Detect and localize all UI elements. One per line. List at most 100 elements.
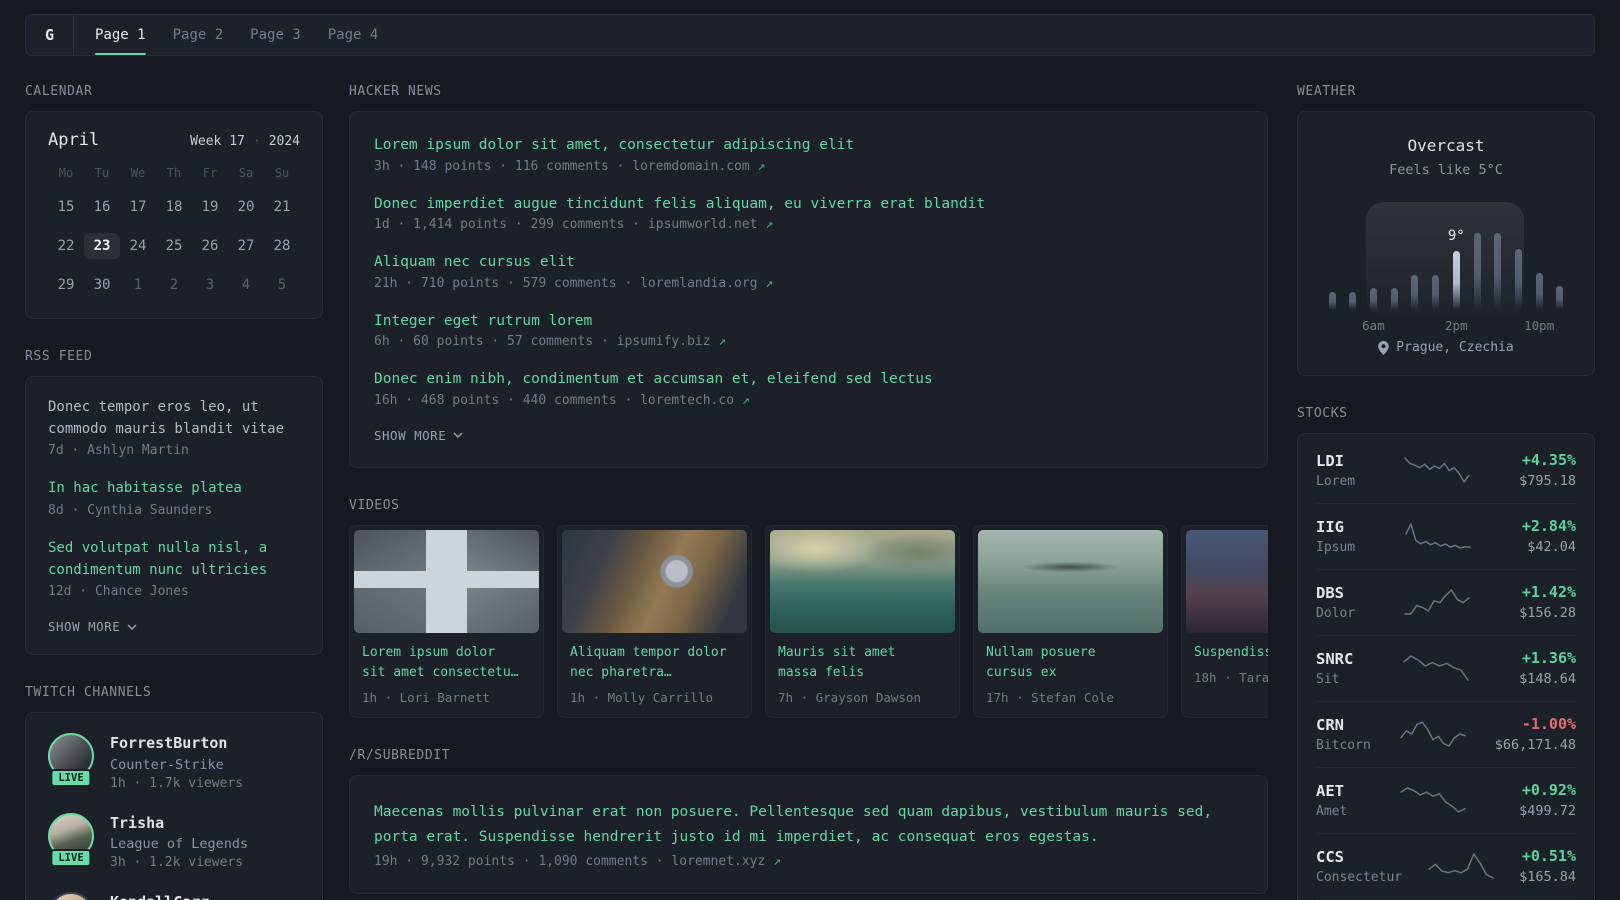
weather-bar [1390, 287, 1398, 310]
live-badge: LIVE [50, 848, 92, 867]
weather-bar [1556, 286, 1564, 310]
weather-time-tick: 2pm [1445, 318, 1468, 333]
video-card[interactable]: Suspendisse diam 18h · Tara [1181, 524, 1268, 718]
page-tab[interactable]: Page 1 [95, 15, 146, 55]
channel-game: Counter-Strike [110, 756, 224, 773]
stock-ticker: CRN [1316, 715, 1344, 734]
weather-time-tick: 6am [1362, 318, 1385, 333]
page-tab[interactable]: Page 3 [250, 15, 301, 55]
weather-time-tick: 10pm [1524, 318, 1555, 333]
weather-feels-like: Feels like 5°C [1389, 162, 1503, 178]
twitch-channel-row[interactable]: LIVE ForrestBurton Counter-Strike 1h · 1… [48, 733, 300, 791]
hackernews-item-title[interactable]: Donec enim nibh, condimentum et accumsan… [374, 370, 1243, 390]
video-card[interactable]: Aliquam tempor dolor nec pharetra… 1h · … [557, 524, 752, 718]
weekday-label: Fr [202, 166, 218, 180]
subreddit-post-title[interactable]: Maecenas mollis pulvinar erat non posuer… [374, 800, 1243, 851]
twitch-channel-row[interactable]: LIVE KendallCarr [48, 891, 300, 900]
rss-item-title[interactable]: Sed volutpat nulla nisl, a condimentum n… [48, 538, 300, 581]
hackernews-item-meta: 16h · 468 points · 440 comments · loremt… [374, 392, 735, 408]
weather-hour-column: 6am [1362, 218, 1385, 333]
app-logo[interactable]: G [26, 15, 74, 55]
weather-hour-column: 10pm [1524, 218, 1554, 333]
weather-hour-column [1473, 218, 1481, 310]
hackernews-item: Lorem ipsum dolor sit amet, consectetur … [374, 136, 1243, 174]
weather-bar [1473, 232, 1481, 310]
twitch-channel-row[interactable]: LIVE Trisha League of Legends 3h · 1.2k … [48, 812, 300, 870]
calendar-card: April Week 17 · 2024 Mo Tu We Th Fr Sa Su 15 1… [25, 111, 323, 319]
stock-price: $148.64 [1519, 671, 1577, 687]
stock-ticker: AET [1316, 781, 1344, 800]
stock-row[interactable]: CRN Bitcorn -1.00% $66,171.48 [1316, 701, 1576, 767]
calendar-weekday-row: Mo Tu We Th Fr Sa Su [48, 166, 300, 180]
external-link-icon: ↗ [757, 158, 766, 174]
hackernews-show-more-button[interactable]: SHOW MORE [374, 428, 463, 443]
stock-sparkline [1404, 587, 1470, 617]
stock-row[interactable]: AET Amet +0.92% $499.72 [1316, 767, 1576, 833]
weekday-label: Su [274, 166, 290, 180]
video-title: Mauris sit amet massa felis [778, 644, 896, 680]
stock-price: $499.72 [1519, 803, 1576, 819]
twitch-channel-list: LIVE ForrestBurton Counter-Strike 1h · 1… [48, 733, 300, 900]
hackernews-widget: HACKER NEWS Lorem ipsum dolor sit amet, … [349, 84, 1268, 468]
rss-section-title: RSS FEED [25, 349, 93, 364]
calendar-days-grid: 15 16 17 18 19 20 21 22 23 24 25 26 27 2… [48, 194, 300, 298]
weekday-label: Sa [238, 166, 254, 180]
stock-change: +1.36% [1521, 649, 1577, 667]
stock-change: +0.51% [1521, 847, 1576, 865]
stock-row[interactable]: LDI Lorem +4.35% $795.18 [1316, 438, 1576, 503]
calendar-month: April [48, 130, 100, 150]
video-card[interactable]: Nullam posuere cursus ex 17h · Stefan Co… [973, 524, 1168, 718]
stock-row[interactable]: SNRC Sit +1.36% $148.64 [1316, 635, 1576, 701]
hackernews-card: Lorem ipsum dolor sit amet, consectetur … [349, 111, 1268, 468]
stock-sparkline [1404, 455, 1470, 485]
stock-change: +2.84% [1521, 517, 1577, 535]
weather-widget: WEATHER Overcast Feels like 5°C 6am 9° 2… [1297, 84, 1595, 376]
videos-section-title: VIDEOS [349, 497, 400, 513]
hackernews-item-title[interactable]: Lorem ipsum dolor sit amet, consectetur … [374, 136, 1243, 156]
hackernews-item: Donec enim nibh, condimentum et accumsan… [374, 370, 1243, 408]
rss-item: Sed volutpat nulla nisl, a condimentum n… [48, 538, 300, 599]
hackernews-item-title[interactable]: Donec imperdiet augue tincidunt felis al… [374, 195, 1243, 215]
calendar-day: 5 [277, 277, 287, 293]
weather-hourly-chart: 6am 9° 2pm 10pm [1328, 202, 1564, 333]
stock-name: Amet [1316, 803, 1348, 819]
stocks-widget: STOCKS LDI Lorem +4.35% $795.18 IIG Ipsu… [1297, 406, 1595, 900]
calendar-widget: CALENDAR April Week 17 · 2024 Mo Tu We Th Fr… [25, 84, 323, 319]
dashboard: CALENDAR April Week 17 · 2024 Mo Tu We Th Fr… [25, 84, 1595, 900]
hackernews-list: Lorem ipsum dolor sit amet, consectetur … [374, 136, 1243, 408]
channel-meta: 3h · 1.2k viewers [110, 854, 244, 870]
rss-show-more-button[interactable]: SHOW MORE [48, 619, 137, 634]
stock-row[interactable]: IIG Ipsum +2.84% $42.04 [1316, 503, 1576, 569]
stocks-card: LDI Lorem +4.35% $795.18 IIG Ipsum +2.84… [1297, 433, 1595, 900]
calendar-day: 15 [57, 199, 75, 215]
videos-widget: VIDEOS Lorem ipsum dolor sit amet consec… [349, 498, 1268, 718]
stock-name: Sit [1316, 671, 1340, 687]
calendar-day: 4 [241, 277, 251, 293]
subreddit-widget: /R/SUBREDDIT Maecenas mollis pulvinar er… [349, 748, 1268, 894]
weekday-label: Tu [94, 166, 110, 180]
calendar-week-label: Week 17 [190, 134, 245, 149]
rss-item-meta: 8d · Cynthia Saunders [48, 503, 213, 519]
video-card[interactable]: Lorem ipsum dolor sit amet consectetu… 1… [349, 524, 544, 718]
chevron-down-icon [453, 432, 463, 439]
weather-bar [1369, 287, 1377, 310]
hackernews-item-title[interactable]: Aliquam nec cursus elit [374, 253, 1243, 273]
page-tabs: Page 1 Page 2 Page 3 Page 4 [95, 15, 378, 55]
page-tab[interactable]: Page 4 [328, 15, 379, 55]
weather-card: Overcast Feels like 5°C 6am 9° 2pm 10pm … [1297, 111, 1595, 376]
stock-change: +1.42% [1521, 583, 1577, 601]
video-card[interactable]: Mauris sit amet massa felis 7h · Grayson… [765, 524, 960, 718]
rss-item-title[interactable]: In hac habitasse platea [48, 478, 300, 500]
stock-row[interactable]: DBS Dolor +1.42% $156.28 [1316, 569, 1576, 635]
rss-item-title[interactable]: Donec tempor eros leo, ut commodo mauris… [48, 397, 300, 440]
twitch-card: LIVE ForrestBurton Counter-Strike 1h · 1… [25, 712, 323, 900]
stock-change: -1.00% [1521, 715, 1577, 733]
weather-hour-column [1328, 218, 1336, 310]
stock-ticker: CCS [1316, 847, 1344, 866]
hackernews-item: Aliquam nec cursus elit 21h · 710 points… [374, 253, 1243, 291]
weather-temp-label: 9° [1447, 228, 1465, 245]
weather-hour-column: 9° 2pm [1445, 218, 1468, 333]
hackernews-item-title[interactable]: Integer eget rutrum lorem [374, 312, 1243, 332]
page-tab[interactable]: Page 2 [173, 15, 224, 55]
stock-row[interactable]: CCS Consectetur +0.51% $165.84 [1316, 833, 1576, 899]
